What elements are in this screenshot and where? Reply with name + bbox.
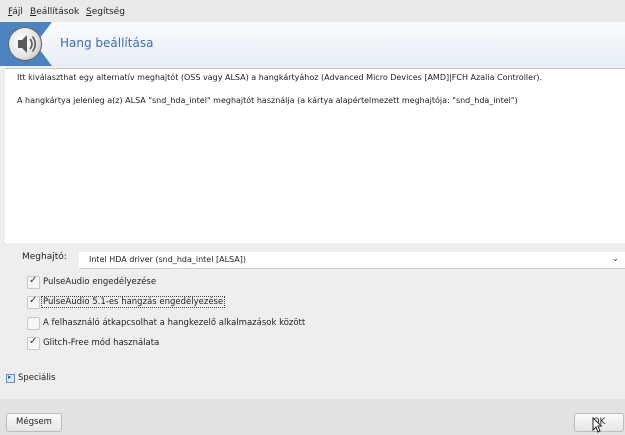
mouse-cursor-icon <box>592 417 602 433</box>
button-bar <box>0 399 625 435</box>
info-line-2: A hangkártya jelenleg a(z) ALSA "snd_hda… <box>17 96 518 105</box>
checkbox-icon[interactable]: ✓ <box>27 275 40 289</box>
checkbox-label: Glitch-Free mód használata <box>43 338 160 348</box>
driver-select-value: Intel HDA driver (snd_hda_intel [ALSA]) <box>89 255 246 264</box>
menu-bar: Fájl Beállítások Segítség <box>0 0 625 22</box>
menu-help[interactable]: Segítség <box>86 7 125 17</box>
info-line-1: Itt kiválaszthat egy alternatív meghajtó… <box>17 73 543 82</box>
checkbox-icon[interactable]: ✓ <box>27 336 40 350</box>
menu-file[interactable]: Fájl <box>8 7 23 17</box>
advanced-label: Speciális <box>18 373 56 383</box>
driver-label: Meghajtó: <box>22 252 67 262</box>
page-title: Hang beállítása <box>60 36 154 50</box>
checkbox-label: PulseAudio engedélyezése <box>43 277 157 287</box>
cancel-button[interactable]: Mégsem <box>6 413 62 432</box>
info-panel: Itt kiválaszthat egy alternatív meghajtó… <box>5 68 625 243</box>
menu-settings[interactable]: Beállítások <box>30 7 79 17</box>
checkbox-label: A felhasználó átkapcsolhat a hangkezelő … <box>43 318 306 328</box>
checkbox-label: PulseAudio 5.1-es hangzás engedélyezése <box>40 296 226 308</box>
chevron-down-icon: ⌄ <box>611 254 619 264</box>
checkbox-icon[interactable] <box>27 317 40 330</box>
speaker-icon <box>8 27 42 61</box>
checkbox-icon[interactable]: ✓ <box>27 295 40 309</box>
driver-select[interactable]: Intel HDA driver (snd_hda_intel [ALSA]) … <box>79 252 625 269</box>
expander-icon[interactable]: ▸ <box>6 373 15 383</box>
